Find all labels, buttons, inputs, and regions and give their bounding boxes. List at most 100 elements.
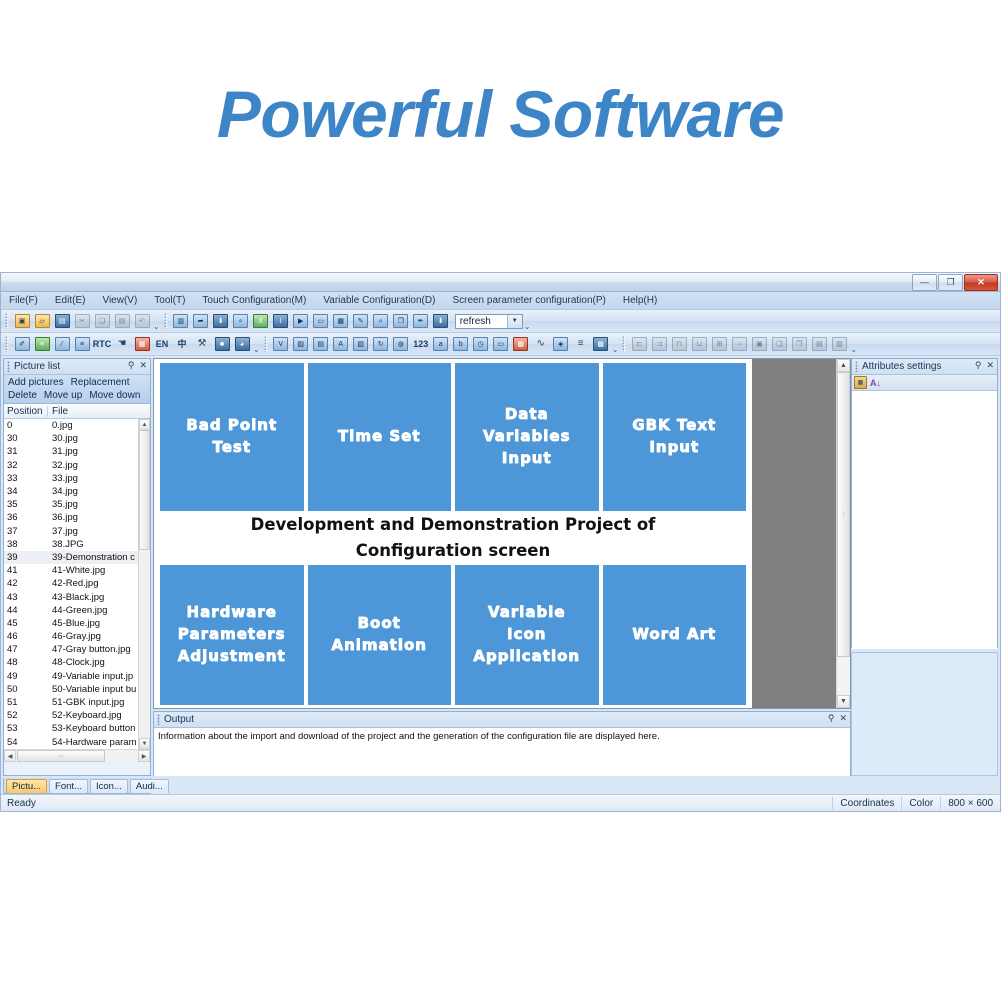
canvas-scroll-up-icon[interactable]: ▲ — [837, 359, 850, 372]
canvas-tile-2[interactable]: Data Variables Input — [455, 363, 599, 511]
picture-variable-icon[interactable]: ▧ — [352, 335, 370, 353]
menu-item-edit[interactable]: Edit(E) — [53, 294, 88, 307]
curve-icon[interactable]: ∿ — [532, 335, 550, 353]
undo-icon[interactable]: ↶ — [133, 312, 151, 330]
design-canvas[interactable]: Bad Point Test Time Set Data Variables Input G… — [153, 358, 851, 709]
icon-lib-icon[interactable]: ▩ — [512, 335, 530, 353]
canvas-scroll-thumb[interactable]: ⋮ — [837, 372, 850, 657]
panel-tab-2[interactable]: Icon... — [89, 779, 128, 793]
download-config-icon[interactable]: ⬇ — [432, 312, 450, 330]
menu-item-variable-configuration[interactable]: Variable Configuration(D) — [321, 294, 437, 307]
close-button[interactable]: ✕ — [964, 274, 998, 291]
table-row[interactable]: 30 30.jpg — [4, 432, 150, 445]
table-row[interactable]: 35 35.jpg — [4, 498, 150, 511]
canvas-scroll-down-icon[interactable]: ▼ — [837, 695, 850, 708]
qr-code-icon[interactable]: ▩ — [592, 335, 610, 353]
menu-item-file[interactable]: File(F) — [7, 294, 40, 307]
table-row[interactable]: 38 38.JPG — [4, 538, 150, 551]
table-row[interactable]: 49 49-Variable input.jp — [4, 670, 150, 683]
rotate-icon[interactable]: ↻ — [372, 335, 390, 353]
panel-tab-0[interactable]: Pictu... — [6, 779, 48, 793]
canvas-vertical-scrollbar[interactable]: ▲ ⋮ ▼ — [836, 359, 850, 708]
touch-edit-icon[interactable]: ✐ — [13, 335, 31, 353]
send-back-icon[interactable]: ❐ — [790, 335, 808, 353]
move-up-button[interactable]: Move up — [44, 390, 82, 401]
maximize-button[interactable]: ❐ — [938, 274, 963, 291]
en-lang-icon[interactable]: EN — [153, 335, 171, 353]
list-config-icon[interactable]: ≡ — [33, 335, 51, 353]
table-row[interactable]: 43 43-Black.jpg — [4, 590, 150, 603]
scroll-left-icon[interactable]: ◀ — [4, 750, 16, 762]
hand-touch-icon[interactable]: ☚ — [113, 335, 131, 353]
drag-handle-icon[interactable] — [855, 361, 859, 372]
design-surface[interactable]: Bad Point Test Time Set Data Variables Input G… — [154, 359, 752, 708]
clock-dial-icon[interactable]: ◕ — [233, 335, 251, 353]
table-row[interactable]: 50 50-Variable input bu — [4, 683, 150, 696]
pin-icon[interactable]: ⚲ — [128, 360, 135, 371]
close-icon[interactable]: ✕ — [139, 360, 147, 371]
shield-icon[interactable]: ◈ — [552, 335, 570, 353]
menu-item-touch-configuration[interactable]: Touch Configuration(M) — [200, 294, 308, 307]
move-down-button[interactable]: Move down — [89, 390, 140, 401]
table-row[interactable]: 45 45-Blue.jpg — [4, 617, 150, 630]
import-picture-icon[interactable]: ➦ — [192, 312, 210, 330]
new-screen-icon[interactable]: ▥ — [172, 312, 190, 330]
list-icon[interactable]: ≡ — [572, 335, 590, 353]
abc-alt-icon[interactable]: b — [452, 335, 470, 353]
canvas-tile-6[interactable]: Variable Icon Application — [455, 565, 599, 705]
table-row[interactable]: 47 47-Gray button.jpg — [4, 643, 150, 656]
clock-icon[interactable]: ◷ — [472, 335, 490, 353]
pin-icon[interactable]: ⚲ — [828, 713, 835, 724]
minimize-button[interactable]: — — [912, 274, 937, 291]
gauge-icon[interactable]: ◍ — [392, 335, 410, 353]
fill-icon[interactable]: ■ — [213, 335, 231, 353]
refresh-combobox[interactable]: refresh ▼ — [454, 313, 523, 329]
toolbar-grip-4[interactable] — [263, 336, 269, 352]
hscroll-thumb[interactable]: ⋯ — [17, 750, 105, 762]
menu-item-help[interactable]: Help(H) — [621, 294, 659, 307]
canvas-tile-3[interactable]: GBK Text Input — [602, 363, 746, 511]
align-bottom-icon[interactable]: ⊔ — [690, 335, 708, 353]
categorized-icon[interactable]: ▦ — [854, 376, 867, 389]
copy-screen-icon[interactable]: ❐ — [392, 312, 410, 330]
toolbar-grip-5[interactable] — [622, 336, 628, 352]
table-row[interactable]: 48 48-Clock.jpg — [4, 656, 150, 669]
toolbar-grip-2[interactable] — [163, 313, 169, 329]
new-project-icon[interactable]: ▣ — [13, 312, 31, 330]
open-folder-icon[interactable]: ▱ — [33, 312, 51, 330]
data-icon[interactable]: ▤ — [312, 335, 330, 353]
table-row[interactable]: 44 44-Green.jpg — [4, 604, 150, 617]
toolbar-overflow-3[interactable]: ⌄ — [253, 345, 260, 354]
canvas-banner[interactable]: Development and Demonstration Project of… — [154, 513, 752, 563]
ungroup-icon[interactable]: ▥ — [830, 335, 848, 353]
tools-icon[interactable]: ⚒ — [193, 335, 211, 353]
text-tool-icon[interactable]: I — [272, 312, 290, 330]
table-row[interactable]: 46 46-Gray.jpg — [4, 630, 150, 643]
menu-item-tool[interactable]: Tool(T) — [152, 294, 187, 307]
picture-list-vertical-scrollbar[interactable]: ▲ ▼ — [138, 419, 150, 749]
canvas-tile-4[interactable]: Hardware Parameters Adjustment — [160, 565, 304, 705]
grid-alarm-icon[interactable]: ▦ — [133, 335, 151, 353]
save-icon[interactable]: ▤ — [53, 312, 71, 330]
attributes-grid[interactable] — [852, 391, 997, 649]
toolbar-overflow-5[interactable]: ⌄ — [850, 345, 857, 354]
scroll-down-icon[interactable]: ▼ — [139, 738, 150, 749]
bit-icon[interactable]: ▭ — [492, 335, 510, 353]
align-left-icon[interactable]: ⊏ — [630, 335, 648, 353]
canvas-tile-7[interactable]: Word Art — [602, 565, 746, 705]
drag-handle-icon[interactable] — [157, 714, 161, 725]
image-variable-icon[interactable]: ▨ — [292, 335, 310, 353]
table-row[interactable]: 42 42-Red.jpg — [4, 577, 150, 590]
download-icon[interactable]: ⬇ — [212, 312, 230, 330]
toolbar-overflow-1[interactable]: ⌄ — [153, 322, 160, 331]
table-row[interactable]: 54 54-Hardware param — [4, 736, 150, 749]
table-row[interactable]: 34 34.jpg — [4, 485, 150, 498]
abc-icon[interactable]: a — [432, 335, 450, 353]
toolbar-grip[interactable] — [5, 313, 10, 329]
align-center-icon[interactable]: ⊞ — [710, 335, 728, 353]
table-row[interactable]: 37 37.jpg — [4, 525, 150, 538]
table-row[interactable]: 52 52-Keyboard.jpg — [4, 709, 150, 722]
column-header-position[interactable]: Position — [4, 405, 48, 417]
align-top-icon[interactable]: ⊓ — [670, 335, 688, 353]
toolbar-overflow-2[interactable]: ⌄ — [524, 322, 531, 331]
